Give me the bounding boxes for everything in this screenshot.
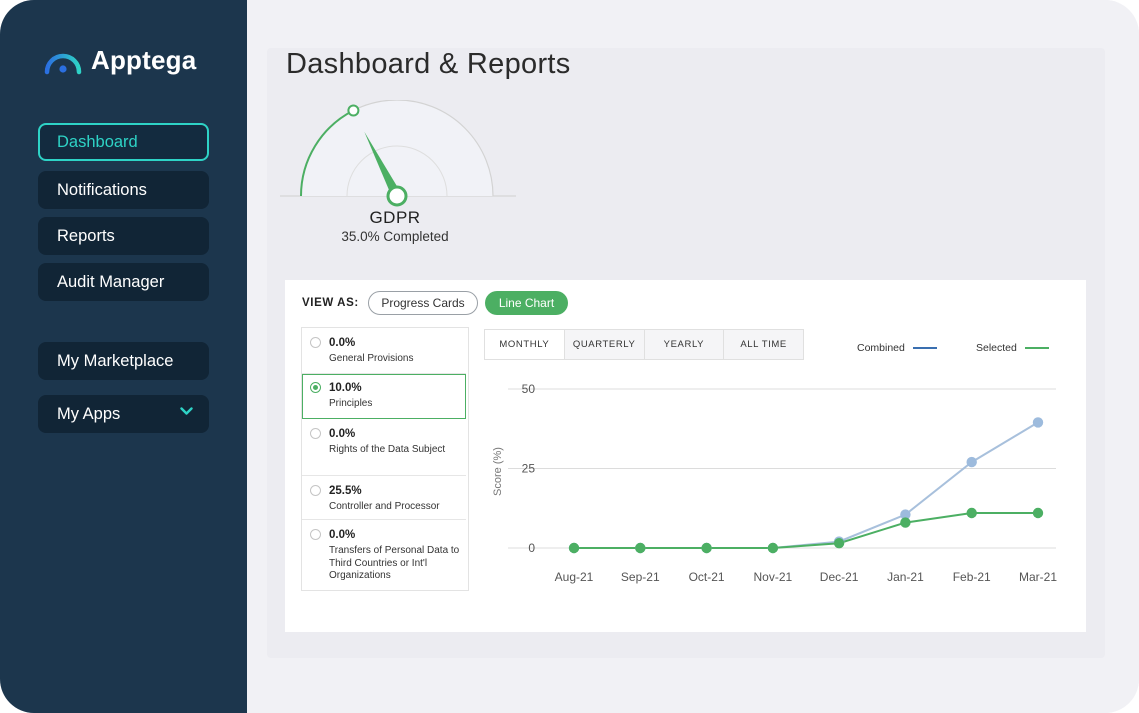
data-point-selected bbox=[635, 542, 646, 554]
app-logo[interactable]: Apptega bbox=[43, 45, 196, 76]
x-tick-label: Mar-21 bbox=[1019, 570, 1057, 584]
data-point-selected bbox=[701, 542, 712, 554]
gauge-completion-text: 35.0% Completed bbox=[341, 229, 449, 244]
x-tick-label: Jan-21 bbox=[887, 570, 924, 584]
gauge-outer-arc bbox=[300, 100, 494, 197]
data-point-selected bbox=[900, 517, 911, 528]
series-line-selected bbox=[574, 512, 1038, 549]
sidebar-item-audit-manager[interactable]: Audit Manager bbox=[38, 263, 209, 301]
y-tick-label: 0 bbox=[528, 541, 535, 555]
data-point-combined bbox=[966, 456, 977, 468]
x-tick-label: Aug-21 bbox=[555, 570, 594, 584]
data-point-combined bbox=[1032, 417, 1044, 428]
y-tick-label: 50 bbox=[522, 382, 536, 396]
chevron-down-icon[interactable] bbox=[180, 407, 193, 416]
data-point-selected bbox=[966, 507, 977, 519]
page-title: Dashboard & Reports bbox=[286, 48, 571, 80]
gauge-hub bbox=[386, 185, 408, 207]
data-point-selected bbox=[833, 538, 845, 549]
x-tick-label: Nov-21 bbox=[754, 570, 793, 584]
app-name: Apptega bbox=[91, 45, 197, 75]
gauge-framework-name: GDPR bbox=[369, 208, 421, 227]
gauge-progress-marker bbox=[347, 104, 360, 117]
sidebar-item-label: Reports bbox=[57, 226, 115, 245]
apptega-logo-icon bbox=[44, 53, 82, 74]
data-point-selected bbox=[767, 542, 779, 554]
sidebar-item-label: Audit Manager bbox=[57, 272, 165, 291]
score-line-chart: 0 25 50 Score (%) Aug-21 Sep-21 Oct-21 Nov-21 De… bbox=[492, 382, 1057, 584]
sidebar-item-label: Notifications bbox=[57, 180, 147, 199]
report-card: VIEW AS: Progress Cards Line Chart 0.0% … bbox=[285, 280, 1086, 632]
sidebar-item-label: Dashboard bbox=[57, 132, 138, 151]
sidebar-item-dashboard[interactable]: Dashboard bbox=[38, 123, 209, 161]
sidebar-item-label: My Apps bbox=[57, 404, 121, 423]
sidebar-item-reports[interactable]: Reports bbox=[38, 217, 209, 255]
x-tick-label: Oct-21 bbox=[689, 570, 725, 584]
x-tick-label: Feb-21 bbox=[953, 570, 991, 584]
gdpr-gauge[interactable] bbox=[280, 100, 520, 210]
sidebar-item-my-apps[interactable]: My Apps bbox=[38, 395, 209, 433]
sidebar-item-label: My Marketplace bbox=[57, 351, 174, 370]
sidebar-item-notifications[interactable]: Notifications bbox=[38, 171, 209, 209]
x-tick-label: Dec-21 bbox=[820, 570, 859, 584]
data-point-selected bbox=[568, 542, 580, 554]
sidebar: Apptega Dashboard Notifications Reports … bbox=[0, 0, 247, 713]
data-point-selected bbox=[1032, 507, 1044, 519]
sidebar-item-my-marketplace[interactable]: My Marketplace bbox=[38, 342, 209, 380]
series-line-combined bbox=[574, 421, 1039, 549]
main-content: Dashboard & Reports GDPR 35.0% Completed… bbox=[247, 0, 1139, 713]
y-axis-label: Score (%) bbox=[492, 447, 504, 496]
y-tick-label: 25 bbox=[522, 462, 536, 476]
app-window: Apptega Dashboard Notifications Reports … bbox=[0, 0, 1139, 713]
x-tick-label: Sep-21 bbox=[621, 570, 660, 584]
